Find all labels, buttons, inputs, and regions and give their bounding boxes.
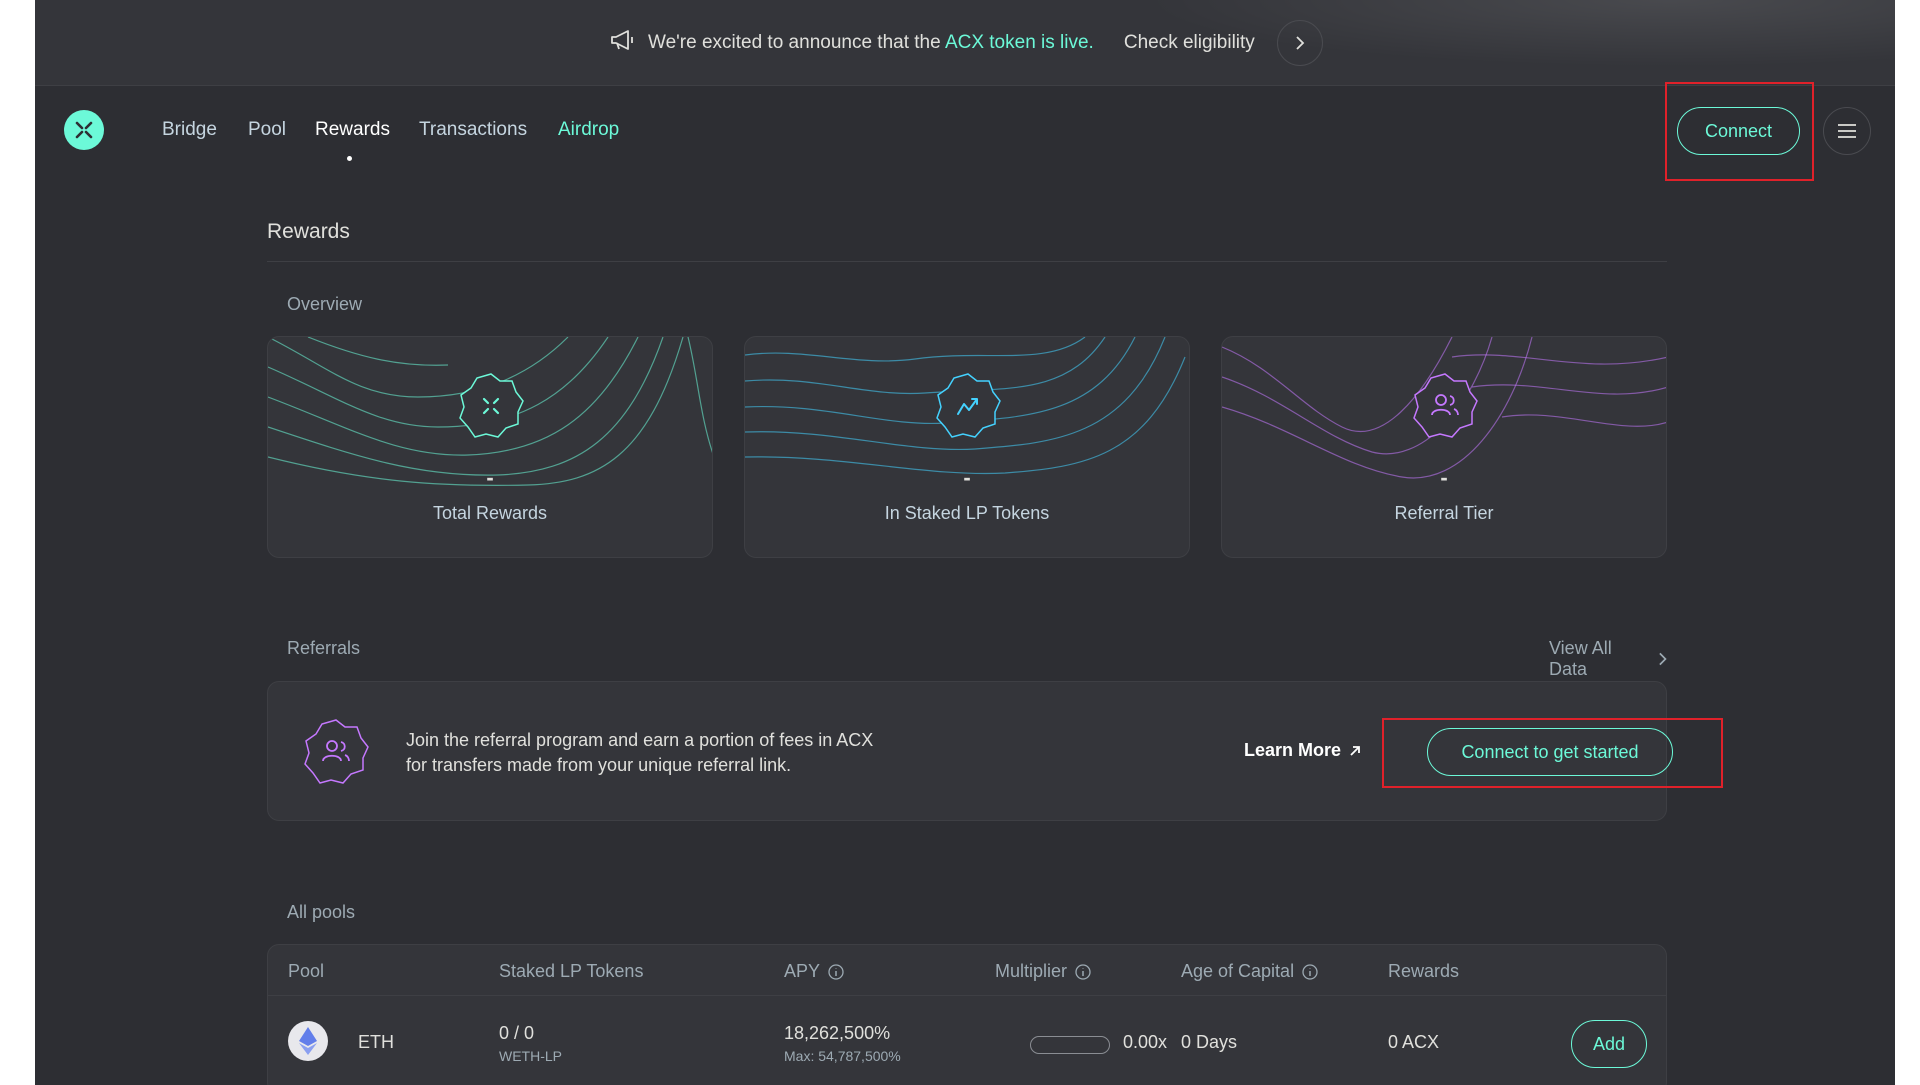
add-button[interactable]: Add (1571, 1020, 1647, 1068)
check-eligibility-button[interactable] (1276, 20, 1323, 66)
pools-table: Pool Staked LP Tokens APY Multiplier Age… (267, 944, 1667, 1085)
top-nav: Bridge Pool Rewards Transactions Airdrop… (35, 82, 1895, 181)
info-icon[interactable] (828, 963, 844, 980)
age-value: 0 Days (1181, 1032, 1238, 1052)
total-rewards-value: - (486, 465, 494, 490)
announcement-text: We're excited to announce that the ACX t… (648, 32, 1094, 53)
hamburger-menu-icon (1838, 124, 1856, 138)
divider (267, 261, 1667, 262)
column-header-apy: APY (784, 961, 844, 982)
total-rewards-label: Total Rewards (432, 503, 548, 523)
users-icon (301, 717, 371, 787)
staked-lp-label: In Staked LP Tokens (884, 503, 1050, 523)
apy-value: 18,262,500% (784, 1023, 891, 1043)
pool-name: ETH (358, 1032, 394, 1052)
referrals-label: Referrals (287, 638, 361, 658)
staked-lp-value: - (963, 465, 971, 490)
staked-lp-card: - In Staked LP Tokens (744, 336, 1190, 558)
nav-rewards[interactable]: Rewards (315, 119, 390, 141)
page-title: Rewards (267, 220, 350, 243)
app-window: We're excited to announce that the ACX t… (35, 0, 1895, 1085)
across-logo-icon (456, 371, 526, 441)
ethereum-icon (288, 1021, 328, 1061)
check-eligibility-link[interactable]: Check eligibility (1124, 32, 1255, 54)
nav-airdrop[interactable]: Airdrop (558, 119, 619, 141)
info-icon[interactable] (1075, 963, 1091, 980)
highlight-box-referral-connect (1382, 718, 1723, 788)
overview-label: Overview (287, 294, 363, 314)
megaphone-icon (610, 29, 636, 57)
column-header-staked: Staked LP Tokens (499, 961, 644, 981)
column-header-pool: Pool (288, 961, 325, 981)
multiplier-progress-bar (1030, 1036, 1110, 1054)
column-header-multiplier: Multiplier (995, 961, 1091, 982)
total-rewards-card: - Total Rewards (267, 336, 713, 558)
chevron-right-icon (1658, 652, 1667, 666)
referral-tier-value: - (1440, 465, 1448, 490)
nav-pool[interactable]: Pool (248, 119, 286, 141)
view-all-data-link[interactable]: View All Data (1549, 638, 1667, 680)
multiplier-value: 0.00x (1123, 1032, 1168, 1052)
nav-bridge[interactable]: Bridge (162, 119, 217, 141)
nav-transactions[interactable]: Transactions (419, 119, 527, 141)
referral-tier-card: - Referral Tier (1221, 336, 1667, 558)
highlight-box-connect (1665, 82, 1814, 181)
across-logo-icon[interactable] (64, 110, 104, 150)
all-pools-label: All pools (287, 902, 356, 922)
apy-max: Max: 54,787,500% (784, 1048, 901, 1064)
column-header-rewards: Rewards (1388, 961, 1460, 981)
trend-up-icon (933, 371, 1003, 441)
acx-token-link[interactable]: ACX token is live. (945, 32, 1094, 53)
staked-token: WETH-LP (499, 1048, 562, 1064)
users-icon (1410, 371, 1480, 441)
column-header-age: Age of Capital (1181, 961, 1318, 982)
rewards-value: 0 ACX (1388, 1032, 1440, 1052)
referral-tier-label: Referral Tier (1394, 503, 1494, 523)
chevron-right-icon (1296, 36, 1305, 50)
menu-button[interactable] (1823, 107, 1871, 155)
learn-more-link[interactable]: Learn More (1244, 740, 1361, 761)
info-icon[interactable] (1302, 963, 1318, 980)
active-nav-indicator (347, 156, 352, 161)
staked-value: 0 / 0 (499, 1023, 535, 1043)
announcement-banner: We're excited to announce that the ACX t… (35, 0, 1895, 86)
referral-description: Join the referral program and earn a por… (406, 730, 874, 775)
external-link-arrow-icon (1350, 745, 1360, 756)
